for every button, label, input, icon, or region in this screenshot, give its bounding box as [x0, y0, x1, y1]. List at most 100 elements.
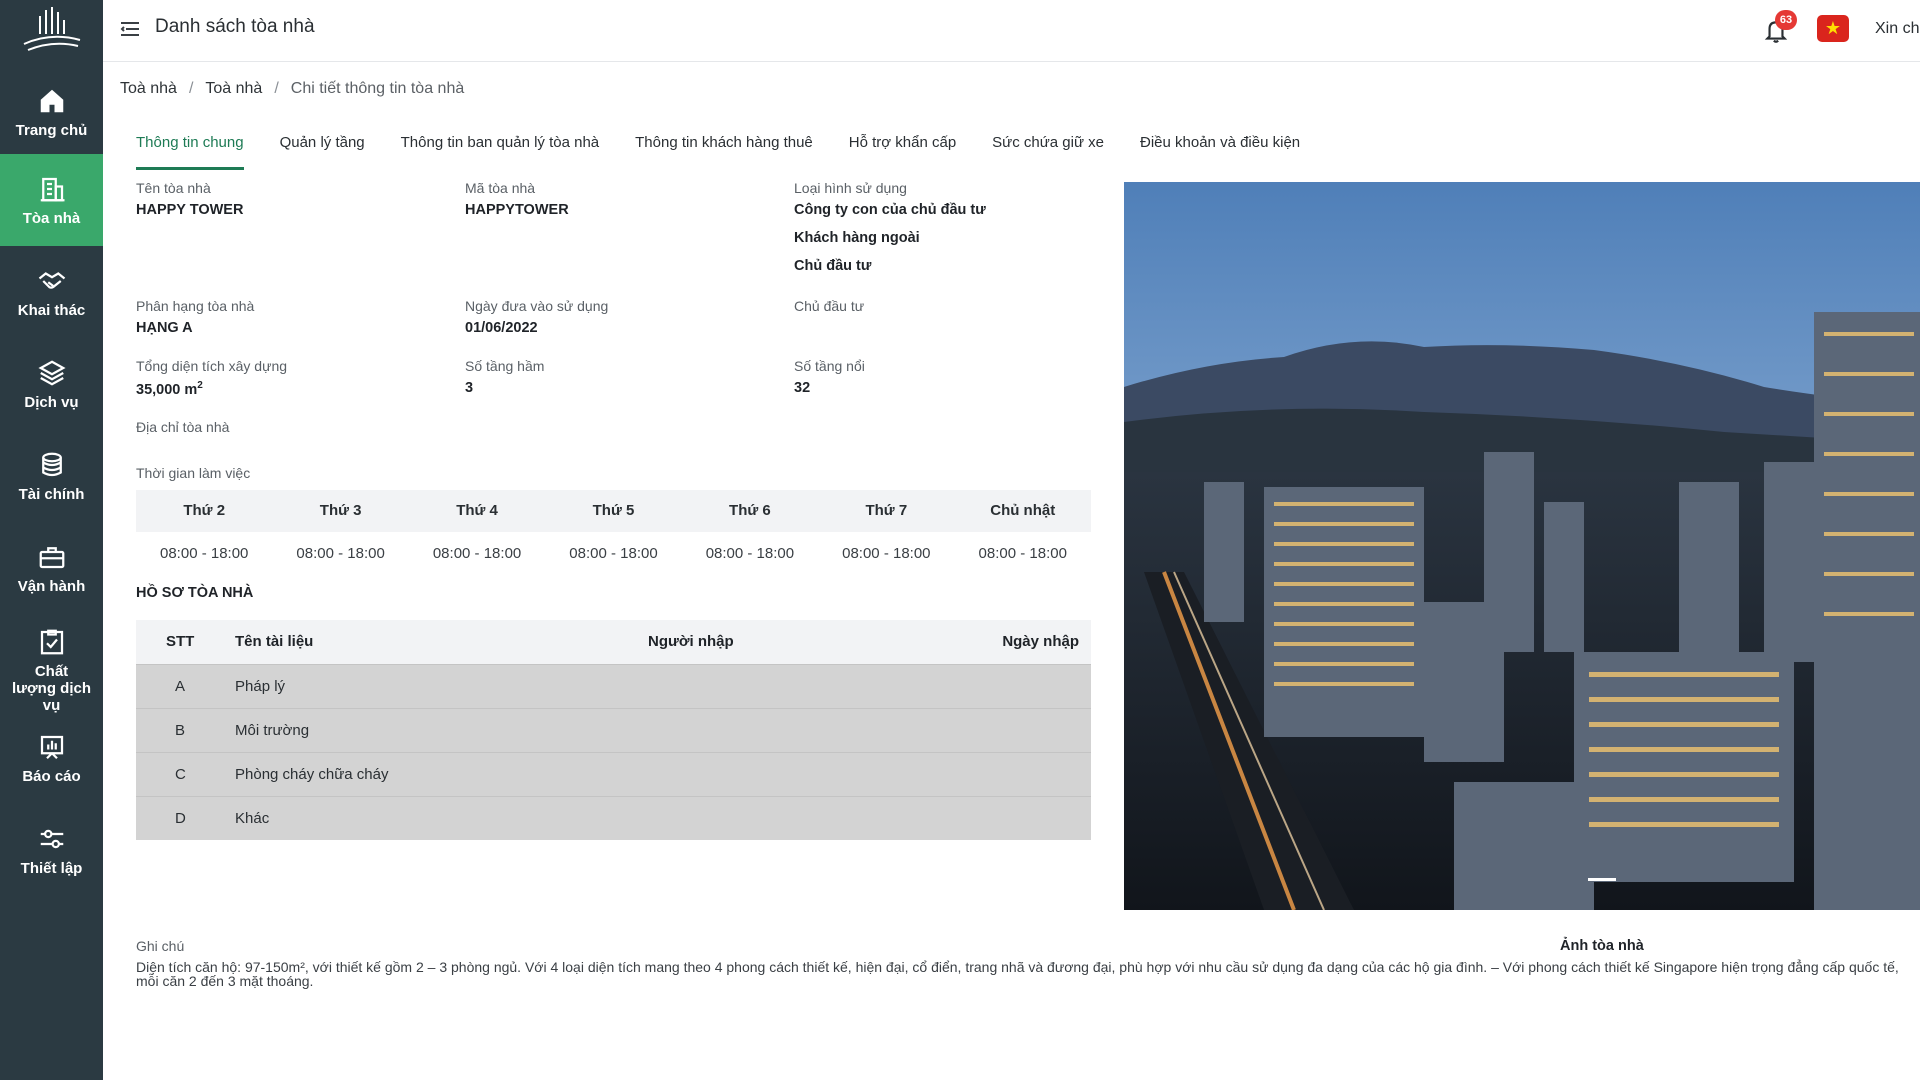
- field-value: 35,000 m2: [136, 380, 287, 398]
- row-stt: D: [175, 810, 186, 827]
- field-label: Ngày đưa vào sử dụng: [465, 298, 609, 314]
- tab-parking-capacity[interactable]: Sức chứa giữ xe: [992, 134, 1122, 166]
- tab-terms-conditions[interactable]: Điều khoản và điều kiện: [1140, 134, 1318, 166]
- sidebar-item-finance[interactable]: Tài chính: [0, 430, 103, 522]
- table-row[interactable]: A Pháp lý: [136, 664, 1091, 708]
- sidebar-item-operation[interactable]: Vận hành: [0, 522, 103, 614]
- field-value: Chủ đầu tư: [794, 258, 872, 274]
- table-header: Thứ 2 Thứ 3 Thứ 4 Thứ 5 Thứ 6 Thứ 7 Chủ …: [136, 490, 1091, 532]
- sliders-icon: [40, 829, 63, 848]
- field-start-date: Ngày đưa vào sử dụng 01/06/2022: [465, 298, 608, 336]
- field-value: HAPPYTOWER: [465, 202, 569, 218]
- area-unit-superscript: 2: [197, 380, 203, 391]
- table-header: STT Tên tài liệu Người nhập Ngày nhập: [136, 620, 1091, 664]
- field-label: Mã tòa nhà: [465, 180, 536, 196]
- field-value: HAPPY TOWER: [136, 202, 244, 218]
- sidebar-item-exploit[interactable]: Khai thác: [0, 246, 103, 338]
- sidebar-item-service[interactable]: Dịch vụ: [0, 338, 103, 430]
- documents-table: STT Tên tài liệu Người nhập Ngày nhập A …: [136, 620, 1091, 840]
- logo-icon[interactable]: [18, 4, 84, 56]
- sidebar: Trang chủ Tòa nhà Khai thác Dịch vụ Tài …: [0, 0, 103, 1080]
- sidebar-item-quality[interactable]: Chất lượng dịch vụ: [0, 620, 103, 720]
- tab-floor-management[interactable]: Quản lý tầng: [280, 134, 383, 166]
- top-header: Danh sách tòa nhà 63 ★ Xin ch: [103, 0, 1920, 62]
- row-document-name: Khác: [235, 810, 270, 827]
- table-row[interactable]: B Môi trường: [136, 708, 1091, 752]
- carousel-indicator[interactable]: [1588, 878, 1616, 881]
- breadcrumb-current: Chi tiết thông tin tòa nhà: [290, 80, 465, 97]
- hours-cell: 08:00 - 18:00: [978, 545, 1067, 562]
- sidebar-item-label: Vận hành: [17, 577, 86, 595]
- field-address: Địa chỉ tòa nhà: [136, 419, 229, 435]
- home-icon: [40, 89, 63, 112]
- tab-tenants[interactable]: Thông tin khách hàng thuê: [635, 134, 831, 166]
- hours-cell: 08:00 - 18:00: [296, 545, 385, 562]
- table-row[interactable]: D Khác: [136, 796, 1091, 840]
- hours-cell: 08:00 - 18:00: [842, 545, 931, 562]
- sidebar-item-home[interactable]: Trang chủ: [0, 66, 103, 158]
- sidebar-item-label: Dịch vụ: [24, 393, 79, 411]
- hours-cell: 08:00 - 18:00: [705, 545, 795, 562]
- row-stt: C: [175, 766, 186, 783]
- field-value: 01/06/2022: [465, 320, 538, 336]
- field-value: Khách hàng ngoài: [794, 230, 920, 246]
- field-label: Chủ đầu tư: [794, 298, 865, 314]
- table-row[interactable]: C Phòng cháy chữa cháy: [136, 752, 1091, 796]
- notes-text: Diện tích căn hộ: 97-150m², với thiết kế…: [136, 959, 1899, 989]
- flag-vietnam-icon[interactable]: ★: [1817, 15, 1849, 42]
- sidebar-item-building[interactable]: Tòa nhà: [0, 154, 103, 246]
- field-investor: Chủ đầu tư: [794, 298, 864, 314]
- field-label: Tên tòa nhà: [136, 180, 211, 196]
- field-label: Phân hạng tòa nhà: [136, 298, 255, 314]
- column-header-document-name: Tên tài liệu: [235, 633, 314, 650]
- field-above-floors: Số tầng nổi 32: [794, 358, 865, 396]
- field-value: 32: [794, 380, 811, 396]
- working-hours-label: Thời gian làm việc: [136, 465, 250, 481]
- sidebar-item-settings[interactable]: Thiết lập: [0, 804, 103, 896]
- field-building-class: Phân hạng tòa nhà HẠNG A: [136, 298, 254, 336]
- breadcrumb-item[interactable]: Toà nhà: [120, 80, 177, 97]
- sidebar-item-label: Tòa nhà: [22, 209, 81, 227]
- working-hours-table: Thứ 2 Thứ 3 Thứ 4 Thứ 5 Thứ 6 Thứ 7 Chủ …: [136, 490, 1091, 576]
- field-value: HẠNG A: [136, 320, 193, 336]
- field-total-area: Tổng diện tích xây dựng 35,000 m2: [136, 358, 287, 398]
- sidebar-item-label: Tài chính: [18, 485, 85, 503]
- area-value: 35,000 m: [136, 381, 198, 398]
- day-header: Thứ 4: [456, 502, 498, 519]
- tab-emergency-support[interactable]: Hỗ trợ khẩn cấp: [849, 134, 974, 166]
- menu-icon[interactable]: [119, 18, 141, 40]
- tab-bar: Thông tin chung Quản lý tầng Thông tin b…: [136, 134, 1336, 170]
- user-greeting[interactable]: Xin ch: [1875, 20, 1919, 38]
- breadcrumb-item[interactable]: Toà nhà: [205, 80, 262, 97]
- field-usage-type: Loại hình sử dụng Công ty con của chủ đầ…: [794, 180, 986, 274]
- field-value: Công ty con của chủ đầu tư: [794, 202, 986, 218]
- sidebar-item-label: Chất lượng dịch vụ: [11, 662, 92, 714]
- breadcrumb: Toà nhà / Toà nhà / Chi tiết thông tin tòa n…: [120, 80, 465, 97]
- handshake-icon: [38, 271, 65, 289]
- row-document-name: Phòng cháy chữa cháy: [235, 766, 389, 783]
- field-label: Số tầng hầm: [465, 358, 545, 374]
- city-skyline-image: [1124, 182, 1920, 910]
- photo-caption: Ảnh tòa nhà: [1560, 938, 1644, 954]
- field-label: Địa chỉ tòa nhà: [136, 419, 230, 435]
- tab-general-info[interactable]: Thông tin chung: [136, 134, 262, 170]
- sidebar-item-report[interactable]: Báo cáo: [0, 712, 103, 804]
- row-stt: B: [175, 722, 186, 739]
- documents-section-title: HỒ SƠ TÒA NHÀ: [136, 585, 254, 601]
- hours-cell: 08:00 - 18:00: [160, 545, 249, 562]
- field-label: Tổng diện tích xây dựng: [136, 358, 288, 374]
- notification-badge: 63: [1775, 10, 1797, 30]
- toolbox-icon: [39, 546, 64, 568]
- field-label: Loại hình sử dụng: [794, 180, 907, 196]
- day-header: Thứ 2: [183, 502, 226, 519]
- column-header-stt: STT: [166, 633, 195, 650]
- field-label: Số tầng nổi: [794, 358, 865, 374]
- coins-icon: [41, 452, 62, 476]
- field-value: 3: [465, 380, 474, 396]
- tab-management-board[interactable]: Thông tin ban quản lý tòa nhà: [401, 134, 618, 166]
- building-photo[interactable]: [1124, 182, 1920, 910]
- day-header: Thứ 7: [865, 502, 908, 519]
- field-building-name: Tên tòa nhà HAPPY TOWER: [136, 180, 243, 218]
- building-icon: [40, 177, 64, 201]
- table-row: 08:00 - 18:00 08:00 - 18:00 08:00 - 18:0…: [136, 532, 1091, 576]
